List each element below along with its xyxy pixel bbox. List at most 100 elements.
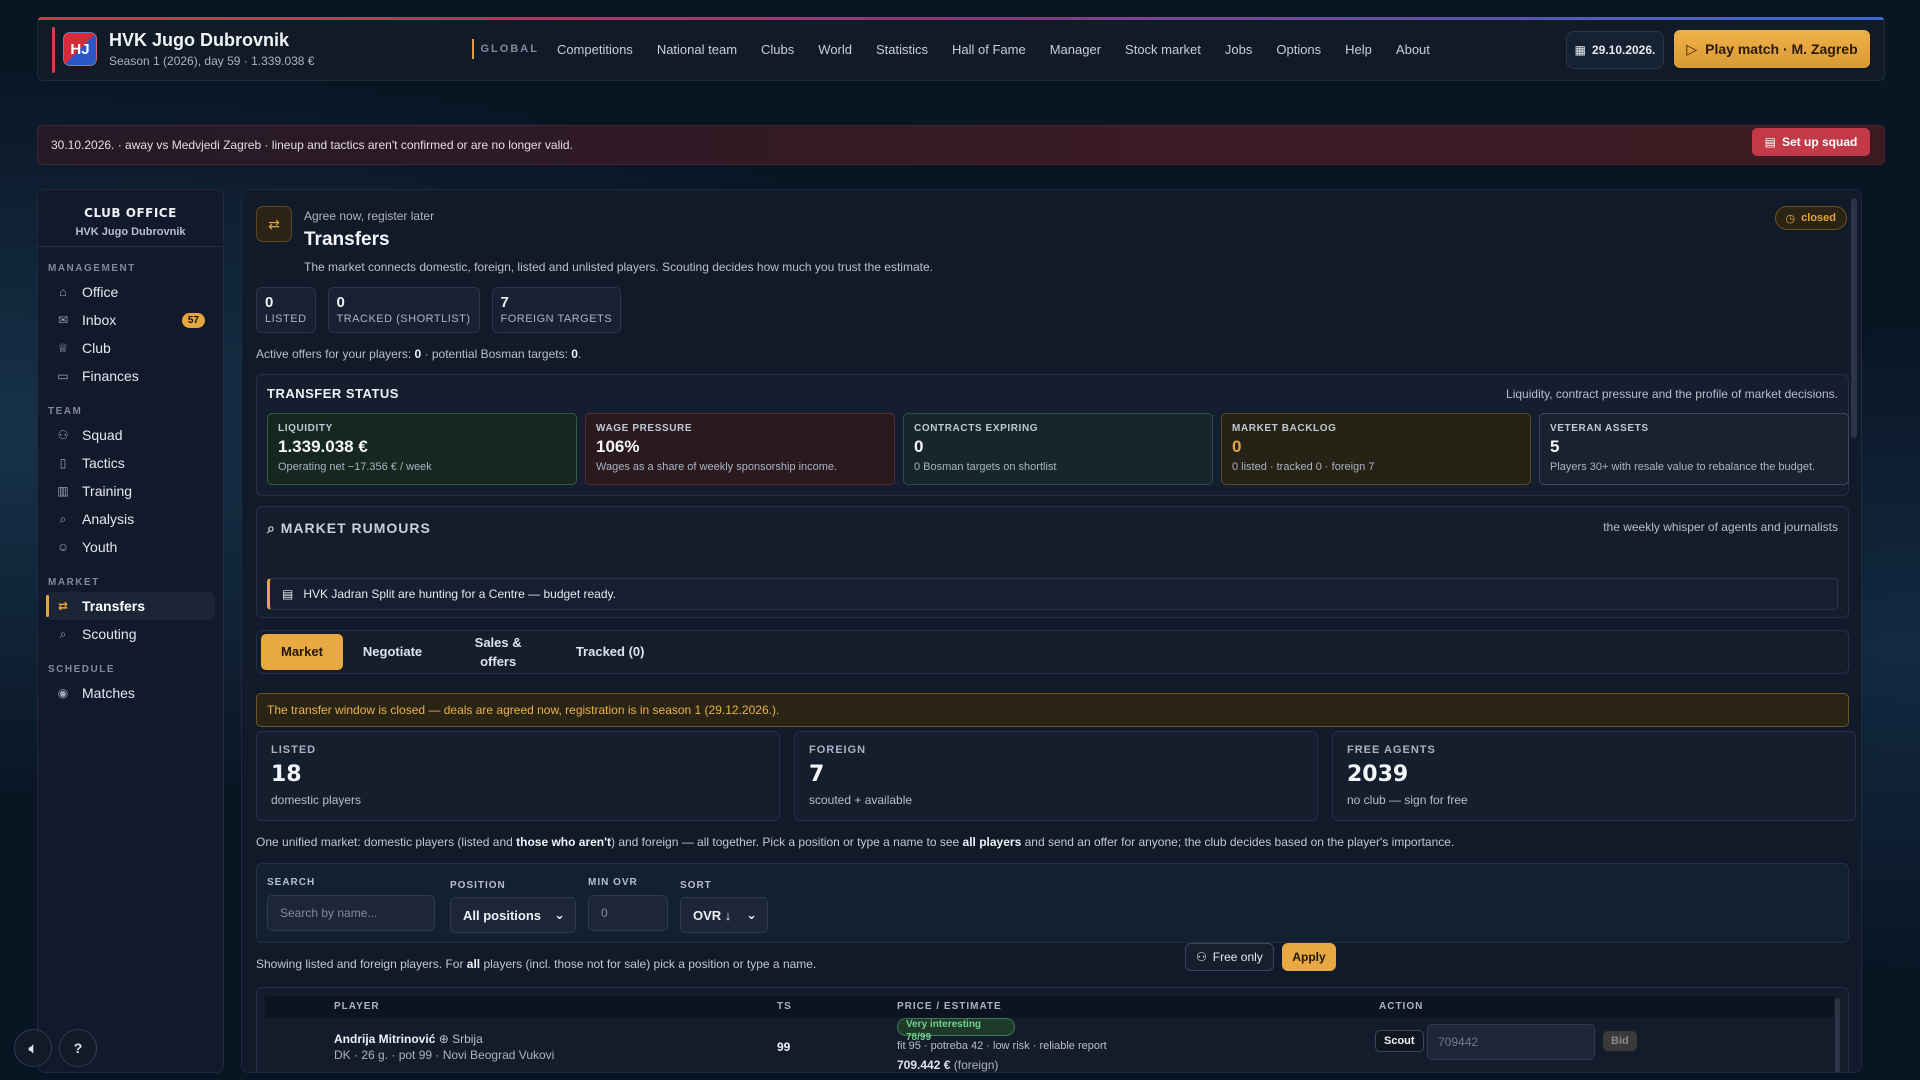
stat-label: FOREIGN xyxy=(809,744,867,756)
set-up-squad-button[interactable]: ▤ Set up squad xyxy=(1752,128,1870,156)
nav-competitions[interactable]: Competitions xyxy=(557,42,633,57)
sidebar-item-transfers[interactable]: ⇄ Transfers xyxy=(46,592,215,620)
search-input[interactable]: Search by name... xyxy=(267,895,435,931)
sidebar-item-tactics[interactable]: ▯ Tactics xyxy=(46,449,215,477)
main-nav: GLOBAL Competitions National team Clubs … xyxy=(472,39,1453,59)
play-match-button[interactable]: ▷ Play match · M. Zagreb xyxy=(1674,30,1870,68)
sort-label: SORT xyxy=(680,880,712,891)
interest-tag: Very interesting 78/99 xyxy=(897,1018,1015,1043)
sidebar-item-finances[interactable]: ▭ Finances xyxy=(46,362,215,390)
sidebar: CLUB OFFICE HVK Jugo Dubrovnik MANAGEMEN… xyxy=(37,189,224,1073)
stat-free-agents: FREE AGENTS 2039 no club — sign for free xyxy=(1332,731,1856,821)
stat-value: 2039 xyxy=(1347,762,1409,787)
play-match-label: Play match · M. Zagreb xyxy=(1705,41,1858,57)
bid-input[interactable]: 709442 xyxy=(1427,1024,1595,1060)
sidebar-item-label: Youth xyxy=(82,539,118,555)
free-only-toggle[interactable]: ⚇ Free only xyxy=(1185,943,1274,971)
date-chip[interactable]: ▦ 29.10.2026. xyxy=(1566,31,1664,69)
tab-market[interactable]: Market xyxy=(261,634,343,670)
sort-select[interactable]: OVR ↓ ⌄ xyxy=(680,897,768,933)
kpi-value: 7 xyxy=(500,294,509,311)
sidebar-item-matches[interactable]: ◉ Matches xyxy=(46,679,215,707)
newspaper-icon: ▤ xyxy=(282,587,294,601)
card-desc: 0 Bosman targets on shortlist xyxy=(914,461,1057,473)
sidebar-club-name: HVK Jugo Dubrovnik xyxy=(75,226,186,238)
min-ovr-input[interactable]: 0 xyxy=(588,895,668,931)
stat-desc: scouted + available xyxy=(809,793,913,807)
sidebar-section-market: MARKET xyxy=(48,577,100,588)
speaker-icon: 🔈︎ xyxy=(28,1039,38,1056)
bosman-text: · potential Bosman targets: xyxy=(421,347,572,361)
current-date: 29.10.2026. xyxy=(1591,43,1656,57)
bid-button[interactable]: Bid xyxy=(1603,1031,1637,1051)
sidebar-item-youth[interactable]: ☺ Youth xyxy=(46,533,215,561)
nav-stock-market[interactable]: Stock market xyxy=(1125,42,1201,57)
col-price: PRICE / ESTIMATE xyxy=(897,1001,1002,1012)
nav-options[interactable]: Options xyxy=(1276,42,1321,57)
player-name[interactable]: Andrija Mitrinović ⊕ Srbija xyxy=(334,1032,483,1046)
sidebar-item-club[interactable]: ♕ Club xyxy=(46,334,215,362)
table-header: PLAYER TS PRICE / ESTIMATE ACTION xyxy=(265,996,1834,1018)
club-logo: HJ xyxy=(52,27,97,73)
magnifier-icon: ⌕ xyxy=(59,626,67,641)
trophy-icon: ♕ xyxy=(57,341,69,355)
help-button[interactable]: ? xyxy=(59,1029,97,1067)
tab-sales-offers[interactable]: Sales & offers xyxy=(442,634,554,670)
kpi-row: 0 LISTED 0 TRACKED (SHORTLIST) 7 FOREIGN TA… xyxy=(256,287,622,333)
nav-hall-of-fame[interactable]: Hall of Fame xyxy=(952,42,1026,57)
sidebar-item-office[interactable]: ⌂ Office xyxy=(46,278,215,306)
bar-chart-icon: ▥ xyxy=(57,484,69,498)
rumour-text: HVK Jadran Split are hunting for a Centr… xyxy=(303,587,616,601)
sidebar-item-training[interactable]: ▥ Training xyxy=(46,477,215,505)
apply-button[interactable]: Apply xyxy=(1282,943,1336,971)
clipboard-icon: ▯ xyxy=(59,456,67,470)
nav-help[interactable]: Help xyxy=(1345,42,1372,57)
player-country: Srbija xyxy=(452,1032,483,1046)
globe-icon: ⊕ xyxy=(438,1032,449,1046)
sidebar-item-scouting[interactable]: ⌕ Scouting xyxy=(46,620,215,648)
free-only-label: Free only xyxy=(1212,950,1263,964)
unified-market-note: One unified market: domestic players (li… xyxy=(256,835,1454,849)
status-card-contracts-expiring: CONTRACTS EXPIRING 0 0 Bosman targets on s… xyxy=(903,413,1213,485)
sound-button[interactable]: 🔈︎ xyxy=(14,1029,52,1067)
sidebar-item-squad[interactable]: ⚇ Squad xyxy=(46,421,215,449)
nav-clubs[interactable]: Clubs xyxy=(761,42,794,57)
table-scrollbar[interactable] xyxy=(1835,998,1840,1072)
kpi-value: 0 xyxy=(265,294,274,311)
stat-desc: no club — sign for free xyxy=(1347,793,1468,807)
rumours-title-text: MARKET RUMOURS xyxy=(280,520,431,536)
kpi-value: 0 xyxy=(336,294,345,311)
question-icon: ? xyxy=(73,1040,83,1056)
magnifier-icon: ⌕ xyxy=(267,520,281,536)
nav-manager[interactable]: Manager xyxy=(1050,42,1101,57)
min-ovr-label: MIN OVR xyxy=(588,877,638,888)
inbox-count-badge: 57 xyxy=(181,312,205,328)
page-description: The market connects domestic, foreign, l… xyxy=(304,260,933,274)
nav-global-label: GLOBAL xyxy=(480,43,539,55)
clock-icon: ◷ xyxy=(1785,212,1796,225)
sidebar-item-label: Scouting xyxy=(82,626,137,642)
kpi-foreign-targets: 7 FOREIGN TARGETS xyxy=(491,287,622,333)
nav-jobs[interactable]: Jobs xyxy=(1225,42,1252,57)
sidebar-item-inbox[interactable]: ✉ Inbox 57 xyxy=(46,306,215,334)
lineup-warning-banner: 30.10.2026. · away vs Medvjedi Zagreb · … xyxy=(37,125,1885,165)
bosman-count: 0 xyxy=(571,347,578,361)
search-label: SEARCH xyxy=(267,877,316,888)
calendar-icon: ▦ xyxy=(1574,43,1586,57)
card-value: 5 xyxy=(1550,437,1560,456)
active-offers-line: Active offers for your players: 0 · pote… xyxy=(256,347,582,361)
nav-about[interactable]: About xyxy=(1396,42,1430,57)
status-card-wage-pressure: WAGE PRESSURE 106% Wages as a share of wee… xyxy=(585,413,895,485)
note-bold: all xyxy=(466,957,481,971)
nav-national-team[interactable]: National team xyxy=(657,42,737,57)
nav-world[interactable]: World xyxy=(818,42,852,57)
scout-button[interactable]: Scout xyxy=(1375,1030,1424,1052)
nav-statistics[interactable]: Statistics xyxy=(876,42,928,57)
sidebar-item-analysis[interactable]: ⌕ Analysis xyxy=(46,505,215,533)
season-info: Season 1 (2026), day 59 · 1.339.038 € xyxy=(109,54,315,68)
main-scrollbar[interactable] xyxy=(1851,198,1857,438)
tab-tracked[interactable]: Tracked (0) xyxy=(554,634,666,670)
note-text: players (incl. those not for sale) pick … xyxy=(480,957,817,971)
position-select[interactable]: All positions ⌄ xyxy=(450,897,576,933)
tab-negotiate[interactable]: Negotiate xyxy=(343,634,442,670)
